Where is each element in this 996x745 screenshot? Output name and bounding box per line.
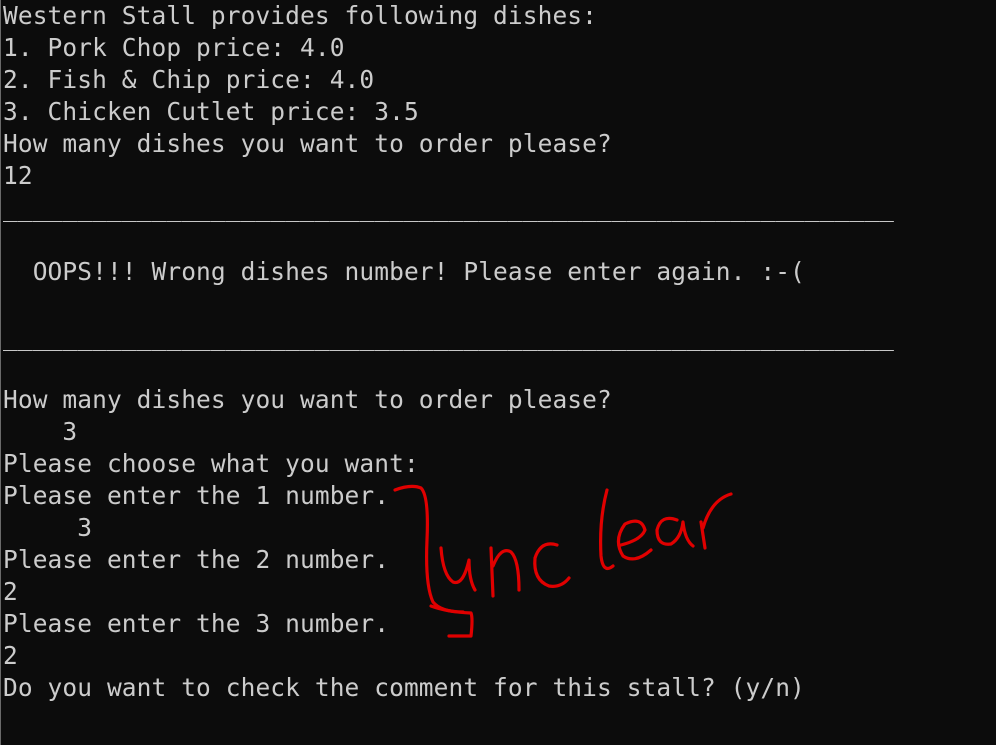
console-line: 3. Chicken Cutlet price: 3.5 (3, 97, 419, 126)
console-line: 1. Pork Chop price: 4.0 (3, 33, 345, 62)
console-error-message: OOPS!!! Wrong dishes number! Please ente… (3, 257, 805, 286)
console-line: Please enter the 2 number. (3, 545, 390, 574)
console-separator: ________________________________________… (3, 322, 895, 351)
console-line: 2 (3, 641, 18, 670)
console-separator: ________________________________________… (3, 193, 895, 222)
console-line: Please choose what you want: (3, 449, 419, 478)
console-line: How many dishes you want to order please… (3, 385, 612, 414)
console-line: Please enter the 1 number. (3, 481, 390, 510)
console-line: 2 (3, 577, 18, 606)
console-line: How many dishes you want to order please… (3, 129, 612, 158)
console-prompt-line: Do you want to check the comment for thi… (3, 673, 805, 702)
console-window[interactable]: Western Stall provides following dishes:… (0, 0, 996, 745)
console-line: 12 (3, 161, 33, 190)
console-line: 2. Fish & Chip price: 4.0 (3, 65, 375, 94)
console-line: Western Stall provides following dishes: (3, 1, 598, 30)
console-line: 3 (3, 513, 93, 542)
console-line: 3 (3, 417, 78, 446)
console-line: Please enter the 3 number. (3, 609, 390, 638)
